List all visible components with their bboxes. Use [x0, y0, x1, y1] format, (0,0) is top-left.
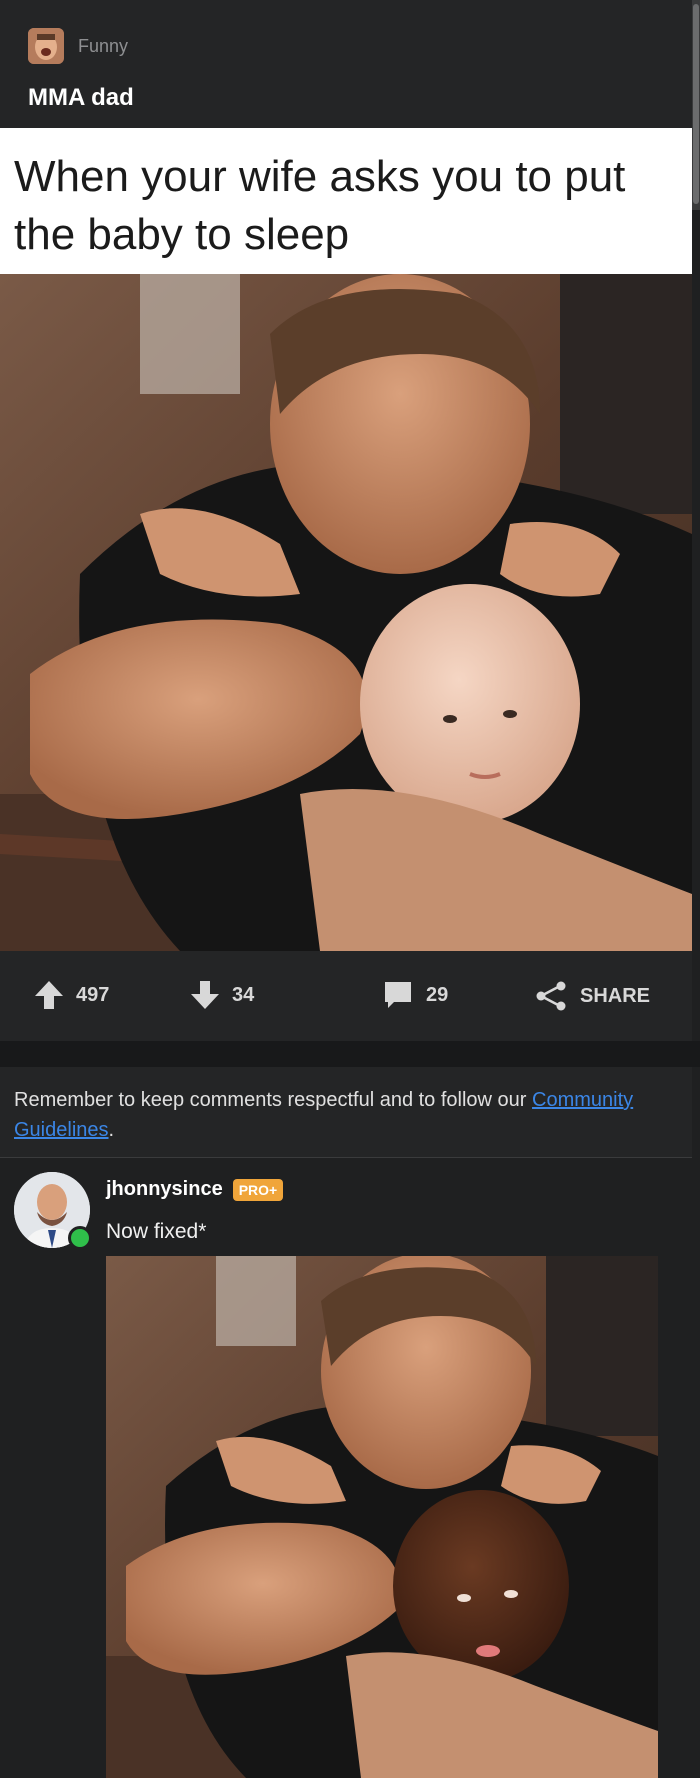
meme-image[interactable]: When your wife asks you to put the baby …: [0, 128, 692, 951]
notice-suffix: .: [108, 1119, 115, 1141]
comment-bubble-icon: [385, 982, 411, 1008]
post-title[interactable]: MMA dad: [28, 84, 134, 112]
comment-photo: [106, 1256, 658, 1778]
laughing-face-icon: [28, 28, 64, 64]
post-header: Funny MMA dad: [0, 0, 692, 128]
online-status-indicator: [68, 1226, 92, 1250]
comment-image[interactable]: [106, 1256, 658, 1778]
comments-button[interactable]: 29: [382, 979, 448, 1011]
comment-count: 29: [426, 983, 449, 1006]
meme-caption: When your wife asks you to put the baby …: [14, 152, 626, 259]
share-button[interactable]: SHARE: [534, 979, 650, 1013]
pro-badge: PRO+: [232, 1178, 284, 1201]
comment-author-row: jhonnysince PRO+: [106, 1178, 284, 1201]
comment-username[interactable]: jhonnysince: [106, 1178, 223, 1201]
notice-text: Remember to keep comments respectful and…: [14, 1085, 674, 1145]
arrow-up-icon: [35, 981, 63, 1009]
share-icon: [536, 981, 566, 1011]
notice-message: Remember to keep comments respectful and…: [14, 1089, 533, 1111]
arrow-down-icon: [191, 981, 219, 1009]
meme-caption-box: When your wife asks you to put the baby …: [0, 128, 692, 274]
upvote-button[interactable]: 497: [34, 979, 109, 1011]
scrollbar-thumb[interactable]: [693, 4, 699, 204]
category-label[interactable]: Funny: [78, 36, 128, 57]
category-row[interactable]: Funny: [28, 28, 128, 64]
comment-text: Now fixed*: [106, 1220, 207, 1243]
downvote-count: 34: [232, 983, 255, 1006]
section-divider: [0, 1041, 700, 1067]
comment-item: jhonnysince PRO+ Now fixed*: [0, 1158, 700, 1778]
upvote-count: 497: [76, 983, 110, 1006]
comment-guidelines-notice: Remember to keep comments respectful and…: [0, 1067, 692, 1158]
meme-photo: [0, 274, 692, 951]
share-label: SHARE: [580, 984, 651, 1007]
post-actions: 497 34 29 SHARE: [0, 951, 692, 1041]
category-avatar[interactable]: [28, 28, 64, 64]
downvote-button[interactable]: 34: [190, 979, 254, 1011]
scrollbar[interactable]: [692, 0, 700, 210]
